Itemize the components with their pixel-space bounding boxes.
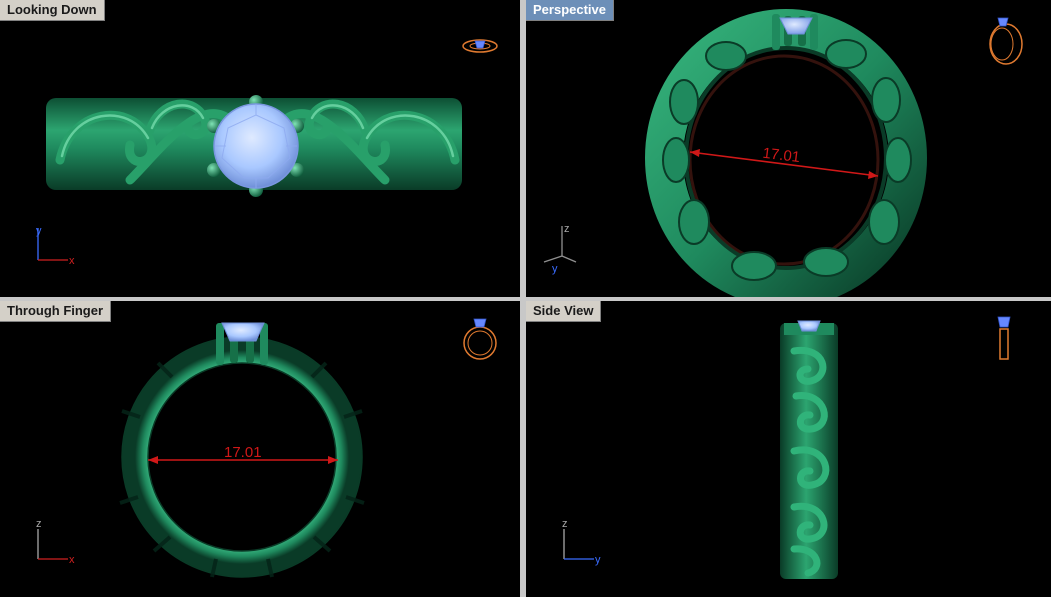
svg-text:y: y <box>595 554 601 566</box>
svg-text:x: x <box>69 255 75 267</box>
svg-text:y: y <box>552 263 558 275</box>
axis-indicator: z y <box>543 223 577 275</box>
gemstone <box>213 103 299 189</box>
ring-head <box>784 320 834 335</box>
viewport-looking-down[interactable]: Looking Down y x <box>0 0 520 297</box>
diameter-label: 17.01 <box>224 444 262 461</box>
viewport-title[interactable]: Through Finger <box>0 301 112 322</box>
svg-text:z: z <box>36 518 42 530</box>
viewport-through-finger[interactable]: Through Finger 17.01 z x <box>0 301 520 597</box>
viewport-title[interactable]: Side View <box>526 301 602 322</box>
axis-indicator: y x <box>36 225 75 267</box>
ring-front-view: 17.01 z x <box>36 318 497 578</box>
ring-orientation-icon <box>989 17 1023 65</box>
diameter-label: 17.01 <box>762 145 801 166</box>
ring-orientation-icon <box>463 318 497 360</box>
viewport-perspective[interactable]: Perspective 17.01 z y <box>526 0 1051 297</box>
ring-orientation-icon <box>462 39 498 53</box>
svg-text:z: z <box>562 518 568 530</box>
ring-top-view: y x <box>36 39 498 267</box>
ring-orientation-icon <box>997 316 1011 360</box>
svg-text:x: x <box>69 554 75 566</box>
ring-side-view: z y <box>562 316 1011 579</box>
svg-text:y: y <box>36 225 42 237</box>
axis-indicator: z y <box>562 518 601 566</box>
axis-indicator: z x <box>36 518 75 566</box>
svg-text:z: z <box>564 223 570 235</box>
diameter-dimension: 17.01 <box>148 444 338 464</box>
diameter-dimension: 17.01 <box>689 145 879 179</box>
viewport-title[interactable]: Perspective <box>526 0 614 21</box>
viewport-side-view[interactable]: Side View z y <box>526 301 1051 597</box>
viewport-title[interactable]: Looking Down <box>0 0 105 21</box>
ring-perspective-view: 17.01 z y <box>543 9 1023 297</box>
